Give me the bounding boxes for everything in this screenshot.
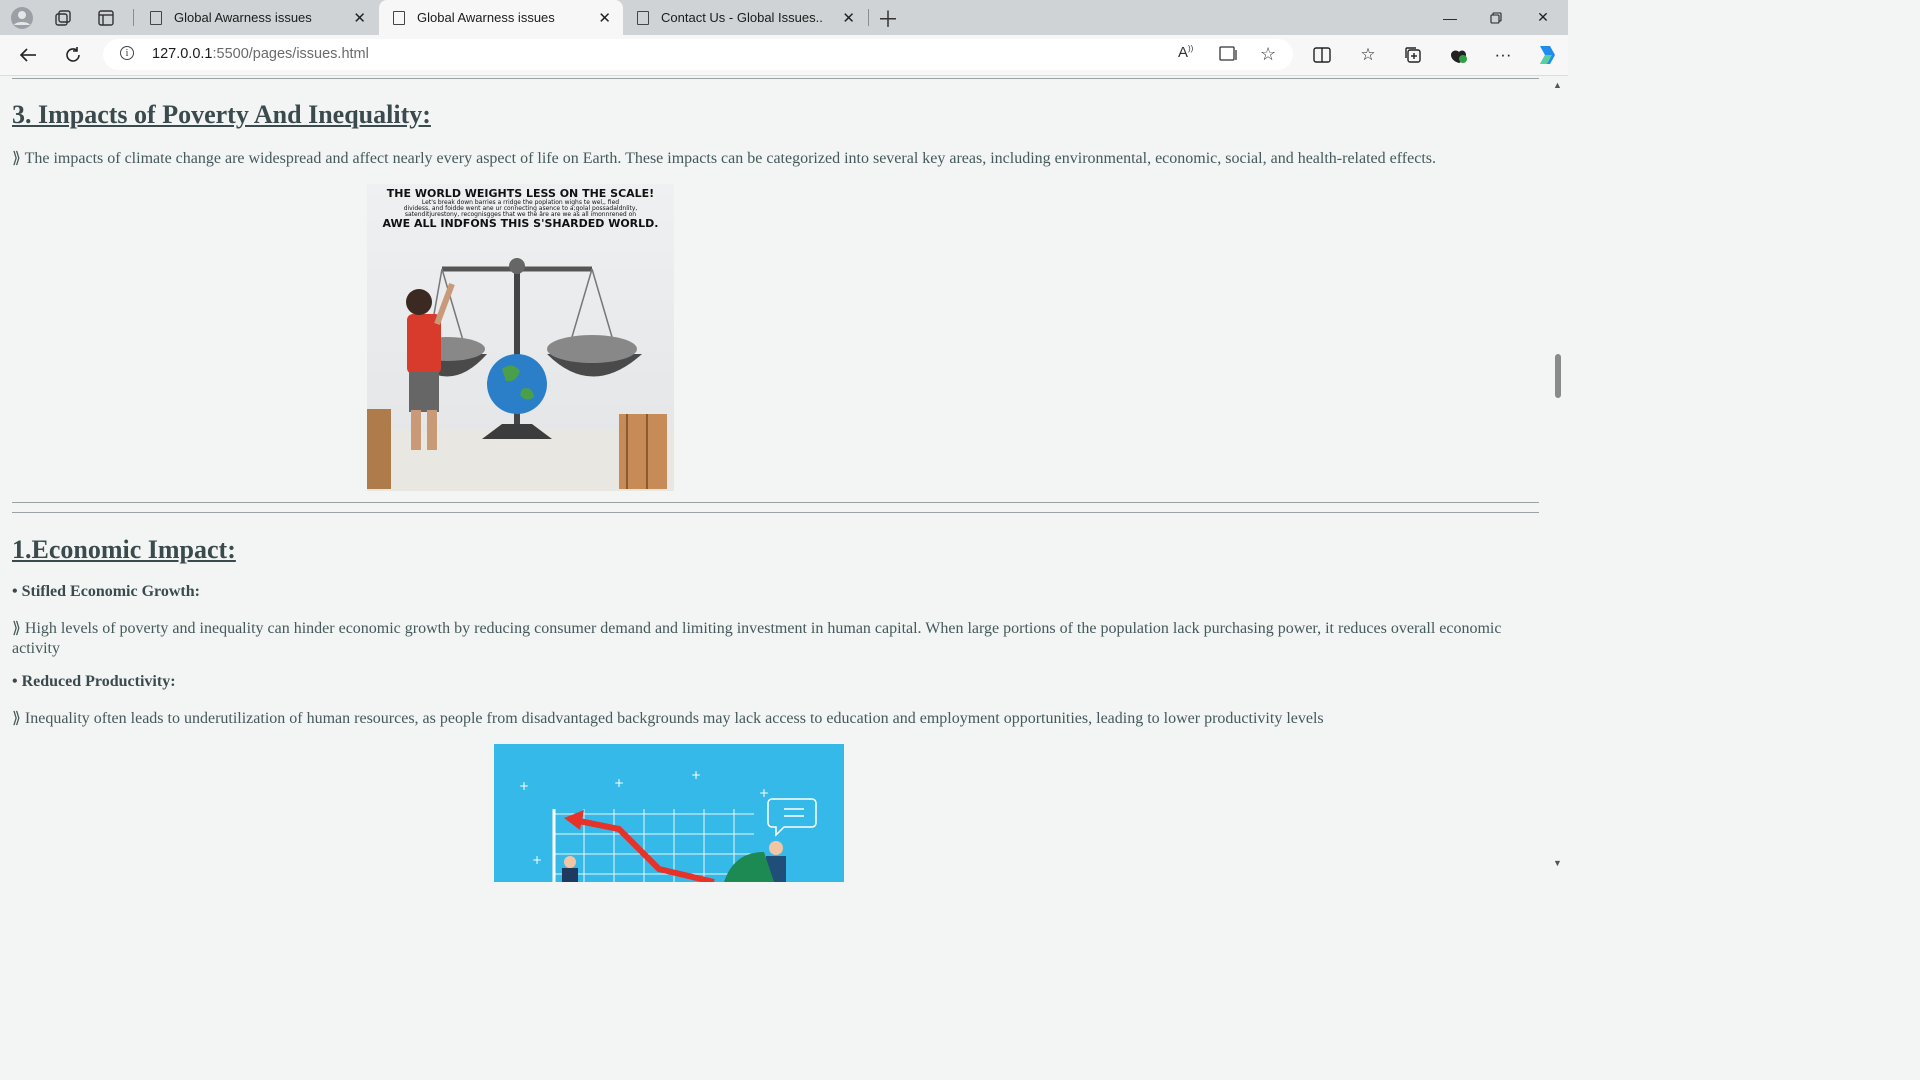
- svg-text:+: +: [759, 786, 769, 800]
- new-tab-icon[interactable]: ＋: [875, 5, 901, 32]
- copilot-icon[interactable]: [1532, 42, 1560, 68]
- workspaces-icon[interactable]: [50, 5, 76, 31]
- address-bar[interactable]: i 127.0.0.1:5500/pages/issues.html A)) ☆: [103, 39, 1293, 70]
- close-window-icon[interactable]: ✕: [1520, 0, 1566, 35]
- favorite-star-icon[interactable]: ☆: [1260, 44, 1276, 65]
- profile-icon[interactable]: [9, 5, 35, 31]
- divider: [12, 78, 1539, 79]
- tab-contact-us[interactable]: Contact Us - Global Issues.. ✕: [623, 0, 867, 35]
- close-tab-icon[interactable]: ✕: [842, 9, 855, 27]
- economic-decline-illustration: + + + + +: [494, 744, 844, 882]
- tab-title: Contact Us - Global Issues..: [661, 10, 823, 25]
- back-icon[interactable]: [14, 42, 42, 68]
- tab-global-awarness-1[interactable]: Global Awarness issues ✕: [136, 0, 378, 35]
- page-icon: [637, 10, 649, 25]
- svg-text:+: +: [691, 768, 701, 782]
- svg-text:+: +: [519, 779, 529, 793]
- tab-title: Global Awarness issues: [174, 10, 312, 25]
- tab-actions-icon[interactable]: [93, 5, 119, 31]
- poverty-scale-image: THE WORLD WEIGHTS LESS ON THE SCALE! Let…: [367, 184, 674, 491]
- svg-text:+: +: [614, 776, 624, 790]
- section-heading: 3. Impacts of Poverty And Inequality:: [12, 100, 431, 129]
- page-icon: [393, 10, 405, 25]
- vertical-scrollbar[interactable]: ▲ ▼: [1548, 76, 1568, 882]
- economic-impact-heading: 1.Economic Impact:: [12, 535, 236, 564]
- collections-icon[interactable]: [1399, 42, 1427, 68]
- scroll-down-icon[interactable]: ▼: [1553, 858, 1562, 868]
- page-icon: [150, 10, 162, 25]
- info-icon[interactable]: i: [120, 46, 134, 60]
- point-title: • Stifled Economic Growth:: [12, 583, 200, 600]
- divider: [12, 512, 1539, 513]
- page-content: 3. Impacts of Poverty And Inequality: ⟫ …: [0, 76, 1548, 882]
- refresh-icon[interactable]: [59, 42, 87, 68]
- browser-toolbar: i 127.0.0.1:5500/pages/issues.html A)) ☆…: [0, 35, 1568, 76]
- tab-global-awarness-2[interactable]: Global Awarness issues ✕: [379, 0, 623, 35]
- tab-strip: Global Awarness issues ✕ Global Awarness…: [0, 0, 1568, 35]
- tab-title: Global Awarness issues: [417, 10, 555, 25]
- extensions-icon[interactable]: [1444, 42, 1472, 68]
- poster-footer: AWE ALL INDFONS THIS S'SHARDED WORLD.: [382, 217, 659, 231]
- divider: [12, 502, 1539, 503]
- read-aloud-icon[interactable]: A)): [1178, 44, 1193, 61]
- poster-title: THE WORLD WEIGHTS LESS ON THE SCALE!: [386, 187, 655, 200]
- close-tab-icon[interactable]: ✕: [598, 9, 611, 27]
- minimize-icon[interactable]: —: [1427, 0, 1473, 35]
- favorites-icon[interactable]: ☆: [1354, 42, 1382, 68]
- close-tab-icon[interactable]: ✕: [353, 9, 366, 27]
- point-title: • Reduced Productivity:: [12, 673, 176, 690]
- restore-icon[interactable]: [1473, 0, 1519, 35]
- svg-text:+: +: [532, 853, 542, 867]
- scroll-thumb[interactable]: [1555, 354, 1561, 398]
- more-icon[interactable]: ···: [1489, 42, 1517, 68]
- split-screen-icon[interactable]: [1308, 42, 1336, 68]
- point-text: ⟫ Inequality often leads to underutiliza…: [12, 710, 1324, 727]
- intro-paragraph: ⟫ The impacts of climate change are wide…: [12, 150, 1436, 167]
- tab-separator: [133, 9, 134, 26]
- url-text: 127.0.0.1:5500/pages/issues.html: [152, 46, 369, 62]
- point-text: ⟫ High levels of poverty and inequality …: [12, 620, 1502, 657]
- scroll-up-icon[interactable]: ▲: [1553, 80, 1562, 90]
- tab-separator: [868, 9, 869, 26]
- immersive-reader-icon[interactable]: [1219, 45, 1239, 68]
